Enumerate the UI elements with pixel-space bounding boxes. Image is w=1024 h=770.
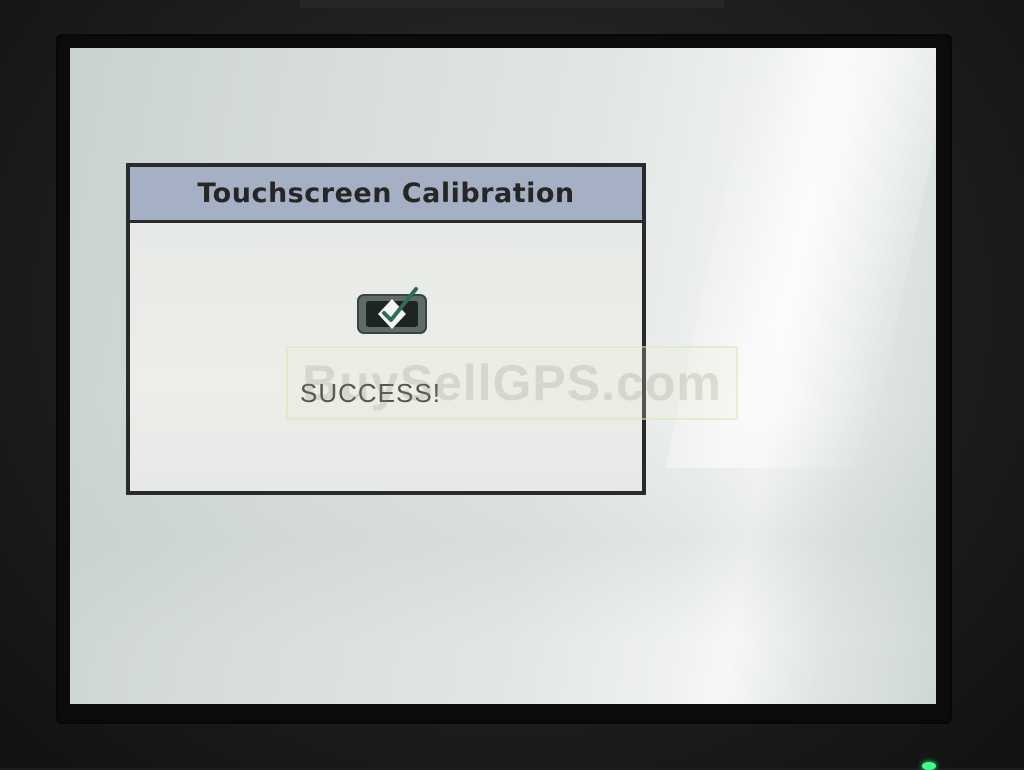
- calibration-dialog: Touchscreen Calibration SUCCESS!: [126, 163, 646, 495]
- device-bezel: Touchscreen Calibration SUCCESS! BuySell…: [0, 0, 1024, 770]
- watermark-text: BuySellGPS.com: [302, 355, 722, 411]
- checkmark-success-icon: [357, 287, 427, 334]
- power-led-indicator: [922, 762, 936, 770]
- dialog-title: Touchscreen Calibration: [197, 178, 575, 209]
- touchscreen-display[interactable]: Touchscreen Calibration SUCCESS! BuySell…: [70, 48, 936, 704]
- watermark: BuySellGPS.com: [286, 346, 738, 420]
- bezel-top-edge: [300, 0, 724, 8]
- dialog-titlebar: Touchscreen Calibration: [130, 167, 642, 223]
